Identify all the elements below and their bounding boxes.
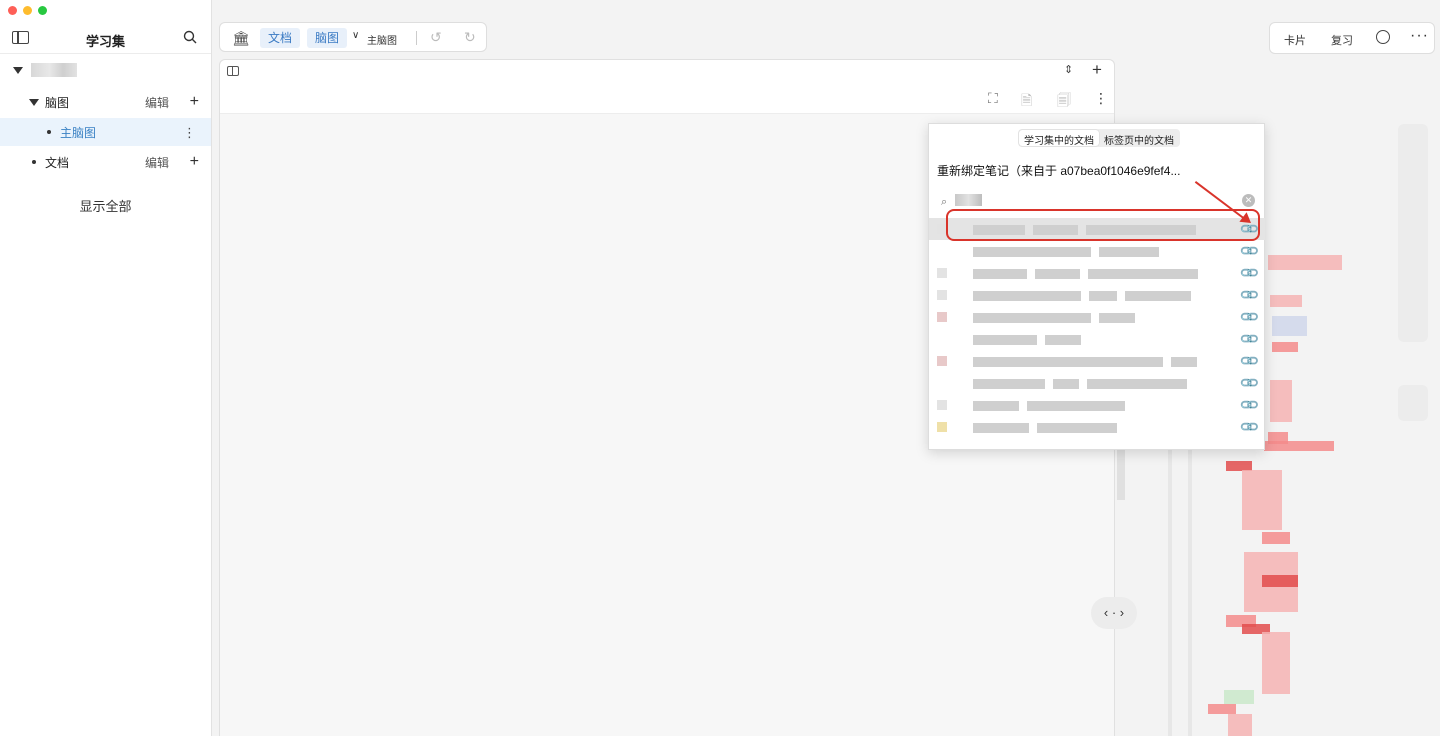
search-input[interactable] xyxy=(955,194,982,206)
popover-title: 重新绑定笔记（来自于 a07bea0f1046e9fef4... xyxy=(937,164,1181,178)
doc-thumbnail xyxy=(937,400,947,410)
tab-studyset-docs[interactable]: 学习集中的文档 xyxy=(1019,130,1099,147)
show-all-button[interactable]: 显示全部 xyxy=(0,196,211,215)
link-icon[interactable]: 🔗 xyxy=(1238,240,1260,263)
library-icon[interactable]: 🏛 xyxy=(232,30,250,47)
rebind-note-popover: 学习集中的文档 标签页中的文档 重新绑定笔记（来自于 a07bea0f1046e… xyxy=(928,123,1265,450)
list-item[interactable]: 🔗 xyxy=(929,372,1265,394)
blurred-text xyxy=(973,290,1199,301)
tab-mindmap[interactable]: 脑图 xyxy=(307,28,348,48)
divider xyxy=(416,31,417,45)
source-segmented-control: 学习集中的文档 标签页中的文档 xyxy=(1018,129,1180,147)
chevron-down-icon[interactable]: ∨ xyxy=(352,30,359,41)
fullscreen-icon[interactable]: ⛶ xyxy=(988,90,998,107)
settings-icon[interactable] xyxy=(1376,30,1390,44)
caret-down-icon[interactable] xyxy=(29,98,39,106)
undo-icon[interactable]: ↺ xyxy=(430,29,442,46)
edit-button[interactable]: 编辑 xyxy=(145,154,169,171)
more-icon[interactable]: ⋮ xyxy=(1094,90,1108,107)
list-item[interactable]: 🔗 xyxy=(929,306,1265,328)
doc-icon-bar: ⛶ 🗎 🗐 ⋮ xyxy=(220,84,1114,114)
more-icon[interactable]: ⋮ xyxy=(183,126,196,139)
current-mindmap-label[interactable]: 主脑图 xyxy=(367,32,397,47)
sort-icon[interactable]: ⇕ xyxy=(1064,63,1073,76)
link-icon[interactable]: 🔗 xyxy=(1238,262,1260,285)
document-result-list: 🔗 🔗 🔗 🔗 🔗 🔗 🔗 🔗 🔗 🔗 xyxy=(929,218,1265,450)
link-icon[interactable]: 🔗 xyxy=(1238,306,1260,329)
tree-item-label: 主脑图 xyxy=(60,125,97,140)
doc-thumbnail xyxy=(937,290,947,300)
link-icon[interactable]: 🔗 xyxy=(1238,350,1260,373)
list-item[interactable]: 🔗 xyxy=(929,262,1265,284)
blurred-text xyxy=(973,246,1167,257)
caret-down-icon[interactable] xyxy=(13,66,23,74)
blurred-text xyxy=(973,312,1143,323)
review-button[interactable]: 复习 xyxy=(1331,32,1353,48)
tree-item-label: 文档 xyxy=(45,155,70,170)
document-search-icon[interactable]: 🗎 xyxy=(1021,90,1032,114)
redo-icon[interactable]: ↻ xyxy=(464,29,476,46)
list-item[interactable]: 🔗 xyxy=(929,284,1265,306)
link-icon[interactable]: 🔗 xyxy=(1238,416,1260,439)
add-button[interactable]: + xyxy=(190,94,199,110)
blurred-text xyxy=(973,356,1205,367)
blurred-text xyxy=(973,268,1206,279)
card-button[interactable]: 卡片 xyxy=(1284,32,1306,48)
more-icon[interactable]: ··· xyxy=(1410,27,1429,45)
right-toolbar: 卡片 复习 ··· xyxy=(1269,22,1435,54)
list-item[interactable]: 🔗 xyxy=(929,240,1265,262)
save-icon[interactable]: 🗐 xyxy=(1057,90,1071,114)
blurred-text xyxy=(973,422,1125,433)
doc-thumbnail xyxy=(937,356,947,366)
list-item[interactable]: 🔗 xyxy=(929,350,1265,372)
divider xyxy=(0,53,211,54)
tree-item-docs[interactable]: 文档 编辑 + xyxy=(0,148,211,176)
tab-tabpage-docs[interactable]: 标签页中的文档 xyxy=(1099,130,1179,147)
blurred-text xyxy=(973,378,1195,389)
link-icon[interactable]: 🔗 xyxy=(1238,372,1260,395)
highlight-annotation xyxy=(946,209,1260,241)
tab-document[interactable]: 文档 xyxy=(260,28,301,48)
blurred-name xyxy=(31,63,77,77)
close-window-button[interactable] xyxy=(8,6,17,15)
list-item[interactable]: 🔗 xyxy=(929,416,1265,438)
window-controls xyxy=(8,6,47,15)
add-button[interactable]: + xyxy=(190,154,199,170)
blurred-text xyxy=(973,400,1133,411)
blurred-text xyxy=(973,334,1089,345)
search-icon[interactable] xyxy=(183,30,197,44)
zoom-window-button[interactable] xyxy=(38,6,47,15)
doc-thumbnail xyxy=(937,312,947,322)
list-item[interactable]: 🔗 xyxy=(929,394,1265,416)
edit-button[interactable]: 编辑 xyxy=(145,94,169,111)
doc-topbar: ⇕ + xyxy=(220,60,1114,84)
bullet-icon xyxy=(32,160,36,164)
main-toolbar: 🏛 文档 脑图 ∨ 主脑图 ↺ ↻ xyxy=(219,22,487,52)
doc-thumbnail xyxy=(937,422,947,432)
split-view-icon[interactable] xyxy=(227,66,239,76)
tree-item-label: 脑图 xyxy=(45,95,70,110)
search-icon: ⌕ xyxy=(941,196,948,208)
list-item[interactable]: 🔗 xyxy=(929,328,1265,350)
link-icon[interactable]: 🔗 xyxy=(1238,328,1260,351)
doc-thumbnail xyxy=(937,268,947,278)
sidebar-title: 学习集 xyxy=(85,34,125,49)
link-icon[interactable]: 🔗 xyxy=(1238,394,1260,417)
tree-item-mindmap[interactable]: 脑图 编辑 + xyxy=(0,88,211,116)
add-document-button[interactable]: + xyxy=(1092,60,1102,80)
sidebar-header: 学习集 xyxy=(0,26,211,52)
bullet-icon xyxy=(47,130,51,134)
sidebar: 学习集 脑图 编辑 + 主脑图 ⋮ 文档 编辑 + 显示全部 xyxy=(0,0,212,736)
clear-search-icon[interactable]: ✕ xyxy=(1242,194,1255,207)
link-icon[interactable]: 🔗 xyxy=(1238,284,1260,307)
tree-item-root[interactable] xyxy=(0,56,211,84)
minimize-window-button[interactable] xyxy=(23,6,32,15)
tree-item-main-mindmap[interactable]: 主脑图 ⋮ xyxy=(0,118,211,146)
navigate-arrows-button[interactable]: ‹ · › xyxy=(1091,597,1137,629)
